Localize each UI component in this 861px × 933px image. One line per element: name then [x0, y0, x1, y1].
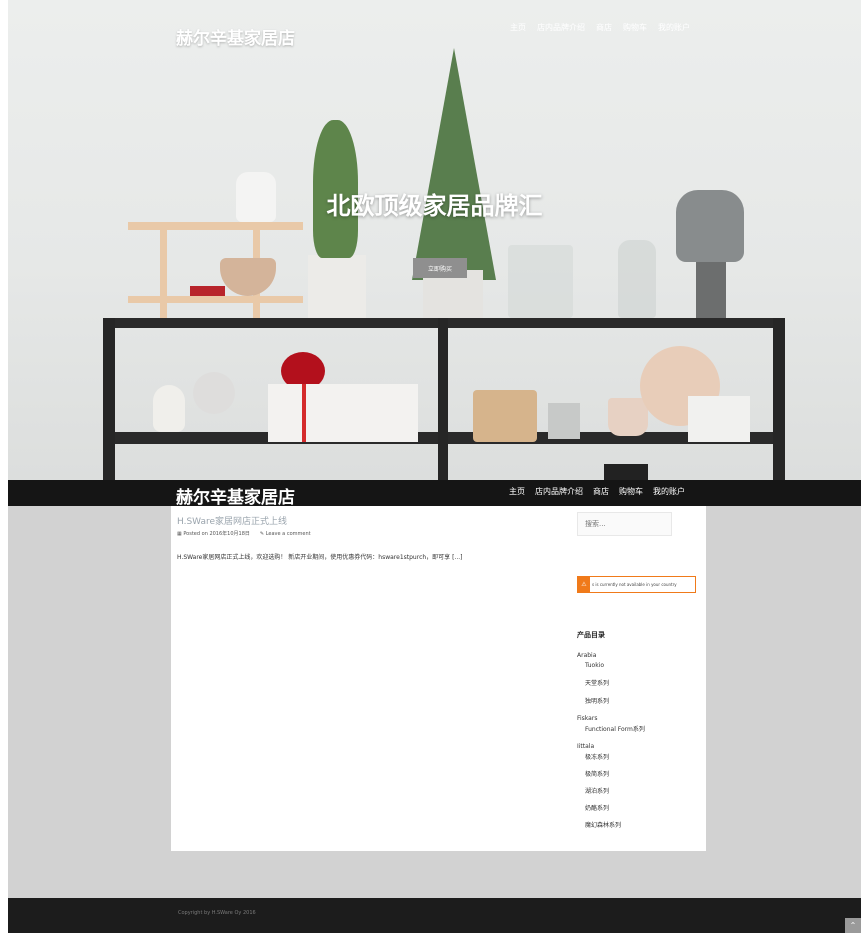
dark-box-decor: [604, 464, 648, 480]
hero-nav-cart[interactable]: 购物车: [623, 22, 647, 33]
site-footer: Copyright by H.SWare Oy 2016: [8, 898, 861, 933]
wicker-basket-decor: [473, 390, 537, 442]
vase-decor: [618, 240, 656, 318]
glassware-decor: [508, 245, 573, 318]
hero-nav-brands[interactable]: 店内品牌介绍: [537, 22, 585, 33]
nav-item-cart[interactable]: 购物车: [619, 486, 643, 497]
category-iittala[interactable]: Iittala: [577, 744, 594, 750]
shelf-post-mid: [438, 318, 448, 480]
category-jijian[interactable]: 极简系列: [585, 772, 609, 778]
category-arabia[interactable]: Arabia: [577, 653, 596, 659]
notice-text: s is currently not available in your cou…: [592, 582, 677, 587]
post-meta: ▦ Posted on 2016年10月18日 ✎ Leave a commen…: [177, 530, 311, 538]
gift-box-decor: [688, 396, 750, 442]
mug-decor: [608, 398, 648, 436]
posted-on: ▦ Posted on 2016年10月18日: [177, 530, 250, 537]
category-tiantang[interactable]: 天堂系列: [585, 681, 609, 687]
round-speaker-decor: [193, 372, 235, 414]
category-duming[interactable]: 独明系列: [585, 699, 609, 705]
nav-item-account[interactable]: 我的账户: [653, 486, 685, 497]
nav-menu: 主页 店内品牌介绍 商店 购物车 我的账户: [509, 486, 685, 497]
hero-nav-shop[interactable]: 商店: [596, 22, 612, 33]
bowl-decor: [220, 258, 276, 296]
comment-icon: ✎: [259, 530, 265, 537]
search-input[interactable]: [577, 512, 672, 536]
plant-pot-decor: [308, 255, 366, 318]
calendar-icon: ▦: [177, 531, 182, 537]
small-jar-decor: [548, 403, 580, 439]
nav-item-home[interactable]: 主页: [509, 486, 525, 497]
white-box-decor: [268, 384, 418, 442]
red-dish-decor: [190, 286, 225, 296]
site-title[interactable]: 赫尔辛基家居店: [176, 483, 295, 508]
shop-now-button[interactable]: 立即购买: [413, 258, 467, 278]
hero-site-title[interactable]: 赫尔辛基家居店: [176, 24, 295, 49]
scroll-to-top-icon[interactable]: ⌃: [845, 918, 861, 933]
hero-banner: 赫尔辛基家居店 主页 店内品牌介绍 商店 购物车 我的账户 北欧顶级家居品牌汇 …: [8, 0, 861, 480]
category-nailao[interactable]: 奶酪系列: [585, 806, 609, 812]
hero-nav-account[interactable]: 我的账户: [658, 22, 690, 33]
tree-decor: [412, 48, 496, 280]
shelf-post-left: [103, 318, 115, 480]
wooden-rack-top: [128, 222, 303, 230]
warning-icon: ⚠: [578, 577, 590, 592]
post-excerpt: H.SWare家居网店正式上线，欢迎选购！ 新店开业期间，使用优惠券代码：hsw…: [177, 554, 463, 561]
wooden-rack-leg-left: [160, 222, 167, 318]
category-tuokio[interactable]: Tuokio: [585, 663, 604, 669]
category-functional-form[interactable]: Functional Form系列: [585, 727, 645, 733]
category-hubo[interactable]: 湖泊系列: [585, 789, 609, 795]
red-ribbon-decor: [302, 384, 306, 442]
nav-item-shop[interactable]: 商店: [593, 486, 609, 497]
category-mohuan-senlin[interactable]: 魔幻森林系列: [585, 823, 621, 829]
category-jidong[interactable]: 极冻系列: [585, 755, 609, 761]
main-navbar: 赫尔辛基家居店 主页 店内品牌介绍 商店 购物车 我的账户: [8, 480, 861, 508]
content-card: H.SWare家居网店正式上线 ▦ Posted on 2016年10月18日 …: [171, 506, 706, 851]
hero-title: 北欧顶级家居品牌汇: [326, 192, 543, 220]
owl-figure-decor: [153, 385, 185, 432]
post-title-link[interactable]: H.SWare家居网店正式上线: [177, 514, 287, 527]
wooden-rack-bottom: [128, 296, 303, 303]
comments: ✎ Leave a comment: [260, 531, 311, 537]
hero-nav-home[interactable]: 主页: [510, 22, 526, 33]
hero-nav-menu: 主页 店内品牌介绍 商店 购物车 我的账户: [510, 22, 690, 33]
lamp-base-decor: [696, 262, 726, 318]
categories-heading: 产品目录: [577, 631, 605, 639]
category-fiskars[interactable]: Fiskars: [577, 716, 597, 722]
copyright-text: Copyright by H.SWare Oy 2016: [178, 910, 256, 916]
shelf-post-right: [773, 318, 785, 480]
availability-notice: ⚠ s is currently not available in your c…: [577, 576, 696, 593]
nav-item-brands[interactable]: 店内品牌介绍: [535, 486, 583, 497]
leave-comment-link[interactable]: Leave a comment: [266, 531, 311, 537]
post-date[interactable]: Posted on 2016年10月18日: [183, 531, 250, 537]
